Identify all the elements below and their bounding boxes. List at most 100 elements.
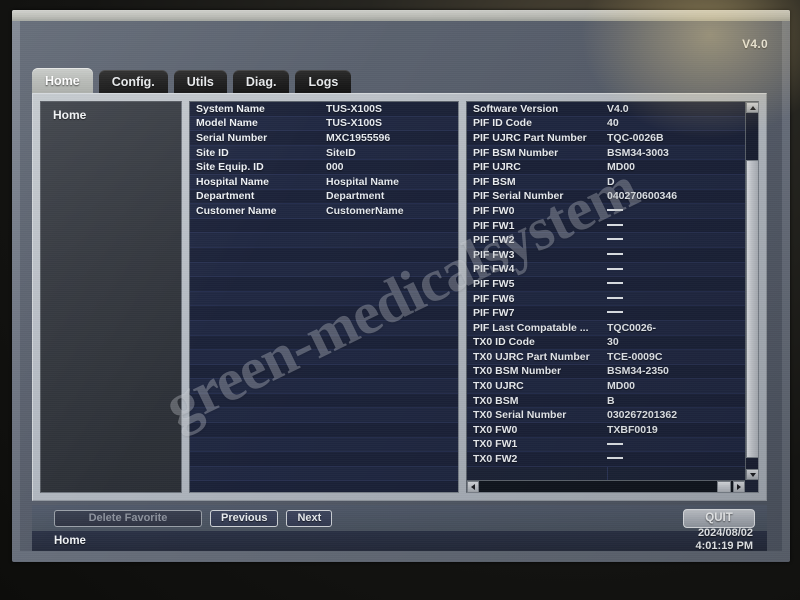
- table-row[interactable]: TX0 UJRC Part Number TCE-0009C: [467, 350, 758, 365]
- table-row[interactable]: TX0 FW0 TXBF0019: [467, 423, 758, 438]
- table-row-empty[interactable]: [190, 408, 458, 424]
- scroll-up-icon[interactable]: [746, 102, 758, 113]
- previous-button[interactable]: Previous: [210, 509, 279, 527]
- arrow-left-icon: [471, 484, 475, 490]
- table-row[interactable]: PIF FW3: [467, 247, 758, 263]
- scroll-down-icon[interactable]: [746, 469, 758, 480]
- table-row-empty[interactable]: [190, 393, 458, 409]
- row-value: TUS-X100S: [326, 117, 383, 130]
- table-row-empty[interactable]: [190, 306, 458, 321]
- quit-button[interactable]: QUIT: [683, 508, 755, 528]
- row-label: PIF FW2: [473, 234, 515, 247]
- table-row-empty[interactable]: [190, 379, 458, 394]
- row-label: System Name: [196, 102, 265, 115]
- table-row[interactable]: PIF Last Compatable ... TQC0026-: [467, 320, 758, 336]
- table-row[interactable]: TX0 FW2: [467, 452, 758, 467]
- navigation-panel[interactable]: Home: [40, 101, 182, 493]
- table-row-empty[interactable]: [190, 335, 458, 351]
- row-label: PIF UJRC: [473, 161, 521, 174]
- table-row[interactable]: PIF FW1: [467, 218, 758, 234]
- table-row-empty[interactable]: [190, 320, 458, 336]
- scroll-left-icon[interactable]: [467, 481, 479, 492]
- row-value: B: [607, 394, 615, 407]
- table-row[interactable]: Hospital Name Hospital Name: [190, 174, 458, 190]
- tab-config[interactable]: Config.: [98, 70, 168, 94]
- table-row-empty[interactable]: [190, 350, 458, 365]
- horizontal-scrollbar[interactable]: [467, 480, 745, 492]
- row-label: PIF BSM Number: [473, 146, 559, 159]
- table-row-empty[interactable]: [190, 481, 458, 492]
- table-row[interactable]: TX0 BSM Number BSM34-2350: [467, 364, 758, 380]
- table-row[interactable]: Model Name TUS-X100S: [190, 116, 458, 132]
- tab-utils[interactable]: Utils: [173, 70, 227, 94]
- table-row-empty[interactable]: [190, 423, 458, 438]
- table-row[interactable]: PIF UJRC Part Number TQC-0026B: [467, 131, 758, 146]
- hardware-info-table[interactable]: Software Version V4.0 PIF ID Code 40 PIF UJR…: [466, 101, 759, 493]
- row-label: PIF FW7: [473, 307, 515, 320]
- table-row[interactable]: Site Equip. ID 000: [190, 160, 458, 175]
- delete-favorite-button[interactable]: Delete Favorite: [54, 509, 202, 527]
- horizontal-scrollbar-thumb[interactable]: [717, 481, 731, 492]
- photographed-monitor: V4.0 Home Config. Utils Diag. Logs Home Syst…: [0, 0, 800, 600]
- table-row[interactable]: PIF UJRC MD00: [467, 160, 758, 175]
- table-row[interactable]: PIF FW2: [467, 233, 758, 248]
- row-label: PIF ID Code: [473, 117, 532, 130]
- row-label: TX0 Serial Number: [473, 409, 567, 422]
- table-row[interactable]: Serial Number MXC1955596: [190, 131, 458, 146]
- vertical-scrollbar[interactable]: [745, 102, 758, 480]
- table-row[interactable]: TX0 ID Code 30: [467, 335, 758, 351]
- screen-top-strip: [12, 10, 790, 21]
- tab-logs[interactable]: Logs: [295, 70, 352, 94]
- table-row-empty[interactable]: [190, 262, 458, 278]
- table-row[interactable]: Software Version V4.0: [467, 102, 758, 117]
- table-row-empty[interactable]: [190, 277, 458, 292]
- row-value: Hospital Name: [326, 175, 399, 188]
- row-value: 030267201362: [607, 409, 678, 422]
- table-row[interactable]: TX0 BSM B: [467, 393, 758, 409]
- table-row[interactable]: PIF BSM Number BSM34-3003: [467, 145, 758, 161]
- vertical-scrollbar-thumb[interactable]: [746, 160, 758, 458]
- row-label: PIF FW1: [473, 219, 515, 232]
- table-row-empty[interactable]: [190, 364, 458, 380]
- clock-time: 4:01:19 PM: [695, 540, 753, 552]
- table-row[interactable]: PIF BSM D: [467, 174, 758, 190]
- table-row[interactable]: PIF Serial Number 040270600346: [467, 189, 758, 205]
- row-label: TX0 BSM: [473, 394, 519, 407]
- row-label: PIF FW0: [473, 204, 515, 217]
- tab-home[interactable]: Home: [32, 68, 93, 94]
- table-row[interactable]: Site ID SiteID: [190, 145, 458, 161]
- table-row-empty[interactable]: [190, 466, 458, 482]
- table-row[interactable]: PIF FW6: [467, 291, 758, 307]
- table-row[interactable]: Department Department: [190, 189, 458, 205]
- row-label: PIF Last Compatable ...: [473, 321, 589, 334]
- table-row[interactable]: Customer Name CustomerName: [190, 204, 458, 219]
- button-bar: Delete Favorite Previous Next QUIT: [32, 505, 767, 531]
- row-label: Serial Number: [196, 131, 268, 144]
- scroll-right-icon[interactable]: [733, 481, 745, 492]
- table-row-empty[interactable]: [190, 233, 458, 248]
- table-row[interactable]: TX0 UJRC MD00: [467, 379, 758, 394]
- row-label: Hospital Name: [196, 175, 269, 188]
- table-row[interactable]: PIF FW0: [467, 204, 758, 219]
- next-button[interactable]: Next: [286, 509, 333, 527]
- row-value: MXC1955596: [326, 131, 391, 144]
- table-row-empty[interactable]: [190, 291, 458, 307]
- row-value: [607, 307, 703, 319]
- table-row-empty[interactable]: [190, 218, 458, 234]
- table-row[interactable]: TX0 Serial Number 030267201362: [467, 408, 758, 424]
- table-row-empty[interactable]: [190, 452, 458, 467]
- tab-diag[interactable]: Diag.: [232, 70, 290, 94]
- table-row-empty[interactable]: [190, 247, 458, 263]
- table-row[interactable]: PIF ID Code 40: [467, 116, 758, 132]
- row-value: TXBF0019: [607, 423, 658, 436]
- table-row[interactable]: PIF FW4: [467, 262, 758, 278]
- table-row[interactable]: PIF FW7: [467, 306, 758, 321]
- clock-date: 2024/08/02: [697, 527, 753, 539]
- table-row[interactable]: PIF FW5: [467, 277, 758, 292]
- row-value: Department: [326, 190, 385, 203]
- row-label: PIF BSM: [473, 175, 516, 188]
- table-row[interactable]: System Name TUS-X100S: [190, 102, 458, 117]
- table-row[interactable]: TX0 FW1: [467, 437, 758, 453]
- table-row-empty[interactable]: [190, 437, 458, 453]
- system-info-table[interactable]: System Name TUS-X100S Model Name TUS-X100S S…: [189, 101, 459, 493]
